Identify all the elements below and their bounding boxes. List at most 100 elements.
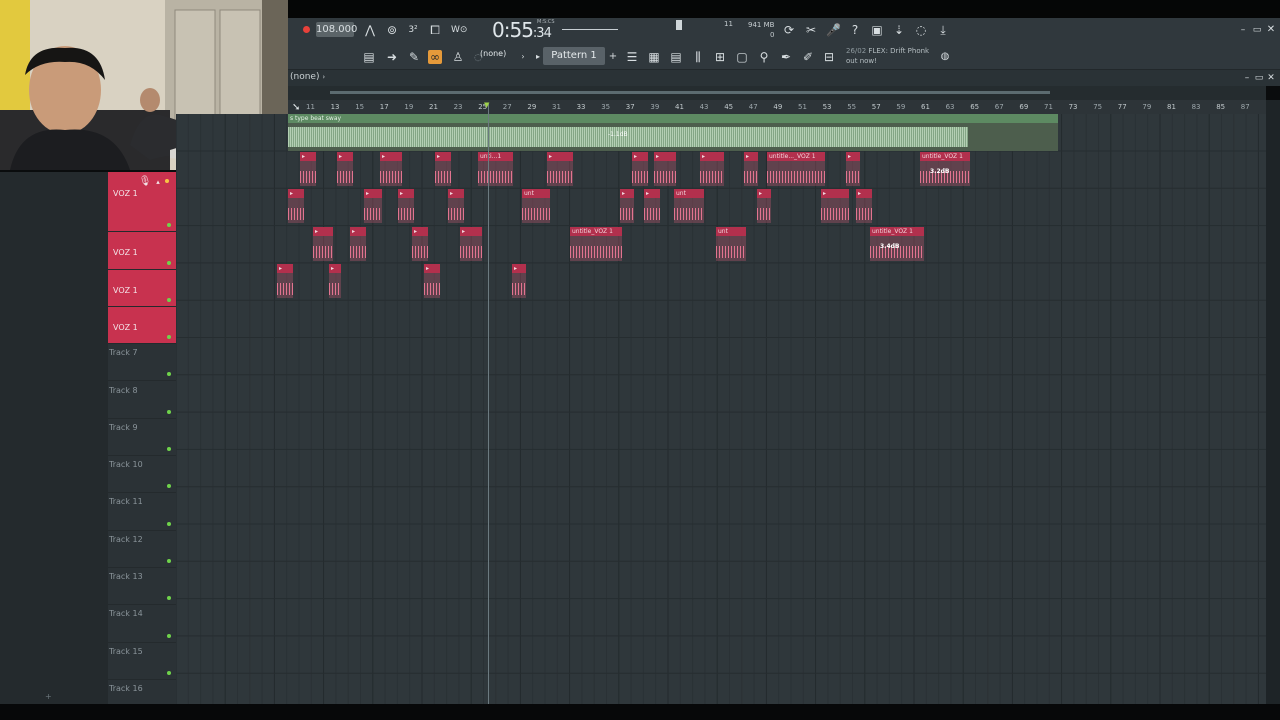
vocal-clip[interactable]: untitle_VOZ 1 3.2dB	[920, 152, 970, 186]
vertical-scrollbar[interactable]	[1266, 100, 1280, 704]
time-scroll-thumb[interactable]	[330, 91, 1050, 94]
vocal-clip[interactable]: untitle..._VOZ 1	[767, 152, 825, 186]
vocal-clip[interactable]: ▸	[337, 152, 353, 186]
metronome-icon[interactable]: ⋀	[363, 23, 377, 37]
save-icon[interactable]: ▣	[870, 23, 884, 37]
track-header[interactable]: Track 14	[108, 605, 176, 643]
draw-icon[interactable]: ✎	[407, 50, 421, 64]
vocal-clip[interactable]: ▸	[744, 152, 758, 186]
vocal-clip[interactable]: ▸	[654, 152, 676, 186]
track-mute-led[interactable]	[167, 484, 171, 489]
record-button[interactable]	[303, 26, 310, 33]
track-mute-led[interactable]	[167, 409, 171, 414]
tools-icon[interactable]: ✒	[779, 50, 793, 64]
snap-select[interactable]: (none)	[480, 49, 506, 58]
globe-icon[interactable]: ◍	[938, 50, 952, 64]
vocal-clip[interactable]: untitle_VOZ 1	[570, 227, 622, 261]
track-mute-led[interactable]	[167, 633, 171, 638]
master-pitch-slider[interactable]	[562, 29, 618, 30]
track-up-icon[interactable]: ▴	[151, 175, 165, 189]
stamp-icon[interactable]: ♙	[451, 50, 465, 64]
project-icon[interactable]: ▢	[735, 50, 749, 64]
track-header[interactable]: VOZ 1	[108, 232, 176, 270]
browser-add-icon[interactable]: +	[45, 692, 52, 701]
vocal-clip[interactable]: ▸	[846, 152, 860, 186]
vocal-clip[interactable]: ▸	[313, 227, 333, 261]
track-header[interactable]: Track 9	[108, 419, 176, 457]
track-mute-led[interactable]	[167, 596, 171, 601]
maximize-icon[interactable]: ▭	[1250, 23, 1264, 37]
vocal-clip[interactable]: ▸	[380, 152, 402, 186]
timeline-ruler[interactable]: 11 13 15 17 19 21 23 25 27 29 31 33 35 37 39 41 43 45 47 49…	[288, 100, 1266, 114]
vocal-clip[interactable]: ▸	[288, 189, 304, 223]
vocal-clip[interactable]: ▸	[632, 152, 648, 186]
help-icon[interactable]: ?	[848, 23, 862, 37]
shop-icon[interactable]: ⊟	[822, 50, 836, 64]
vocal-clip[interactable]: ▸	[350, 227, 366, 261]
snap-link-icon[interactable]: ∞	[428, 50, 442, 64]
track-header[interactable]: VOZ 1	[108, 306, 176, 345]
chat-icon[interactable]: ◌	[914, 23, 928, 37]
plugin-icon[interactable]: ⚲	[757, 50, 771, 64]
close-icon[interactable]: ✕	[1264, 23, 1278, 37]
vocal-clip[interactable]: untitle_VOZ 1 3.4dB	[870, 227, 924, 261]
vocal-clip[interactable]: ▸	[398, 189, 414, 223]
vocal-clip[interactable]: ▸	[300, 152, 316, 186]
download-icon[interactable]: ⤓	[936, 23, 950, 37]
track-header[interactable]: Track 13	[108, 568, 176, 606]
playhead-marker-icon[interactable]: ▼	[484, 101, 489, 109]
brush-icon[interactable]: ✐	[801, 50, 815, 64]
minimize-icon[interactable]: –	[1236, 23, 1250, 37]
track-mute-led[interactable]	[167, 521, 171, 526]
track-header[interactable]: Track 11	[108, 493, 176, 531]
vocal-clip[interactable]: ▸	[412, 227, 428, 261]
channel-rack-icon[interactable]: ▤	[669, 50, 683, 64]
export-icon[interactable]: ⇣	[892, 23, 906, 37]
wait-icon[interactable]: ⊚	[385, 23, 399, 37]
vocal-clip[interactable]: unt	[674, 189, 704, 223]
browser-icon[interactable]: ⊞	[713, 50, 727, 64]
step-edit-icon[interactable]: ⧠	[428, 23, 442, 37]
vocal-clip[interactable]: ▸	[821, 189, 849, 223]
track-mute-led[interactable]	[167, 670, 171, 675]
track-header[interactable]: Track 12	[108, 531, 176, 568]
chevron-right-icon[interactable]: ›	[516, 50, 530, 64]
vocal-clip[interactable]: ▸	[512, 264, 526, 298]
vocal-clip[interactable]: ▸	[329, 264, 341, 298]
piano-roll-icon[interactable]: ▦	[647, 50, 661, 64]
microphone-icon[interactable]: 🎤	[826, 23, 841, 37]
piano-keys-icon[interactable]: ▤	[362, 50, 376, 64]
track-mic-icon[interactable]: 🎙	[138, 175, 152, 189]
vocal-clip[interactable]: unt	[522, 189, 550, 223]
vocal-clip[interactable]: ▸	[424, 264, 440, 298]
loop-record-icon[interactable]: W⊙	[451, 23, 467, 37]
track-header[interactable]: Track 15	[108, 643, 176, 680]
vocal-clip[interactable]: ▸	[620, 189, 634, 223]
vocal-clip[interactable]: unt	[716, 227, 746, 261]
vocal-clip[interactable]: ▸	[364, 189, 382, 223]
vocal-clip[interactable]: ▸	[757, 189, 771, 223]
track-mute-led[interactable]	[167, 558, 171, 563]
vocal-clip[interactable]: ▸	[448, 189, 464, 223]
playlist-grid[interactable]	[175, 114, 1266, 711]
track-mute-led[interactable]	[167, 447, 171, 452]
track-mute-led[interactable]	[167, 297, 171, 302]
playlist-close-icon[interactable]: ✕	[1264, 71, 1278, 85]
audio-clip[interactable]: s type beat sway -1.1dB	[288, 114, 1058, 151]
vocal-clip[interactable]: unti...1	[478, 152, 513, 186]
undo-history-icon[interactable]: ⟳	[782, 23, 796, 37]
add-pattern-icon[interactable]: +	[606, 50, 620, 64]
track-header[interactable]: VOZ 1	[108, 269, 176, 307]
vocal-clip[interactable]: ▸	[856, 189, 872, 223]
vocal-clip[interactable]: ▸	[277, 264, 293, 298]
playlist-icon[interactable]: ☰	[625, 50, 639, 64]
mixer-icon[interactable]: ⫼	[691, 50, 705, 64]
track-mute-led[interactable]	[167, 335, 171, 340]
track-header[interactable]: Track 10	[108, 456, 176, 494]
track-header[interactable]: Track 8	[108, 382, 176, 419]
vocal-clip[interactable]: ▸	[460, 227, 482, 261]
vocal-clip[interactable]: ▸	[435, 152, 451, 186]
pattern-selector[interactable]: Pattern 1	[543, 47, 605, 65]
vocal-clip[interactable]: ▸	[547, 152, 573, 186]
tempo-display[interactable]: 108.000	[316, 22, 357, 37]
